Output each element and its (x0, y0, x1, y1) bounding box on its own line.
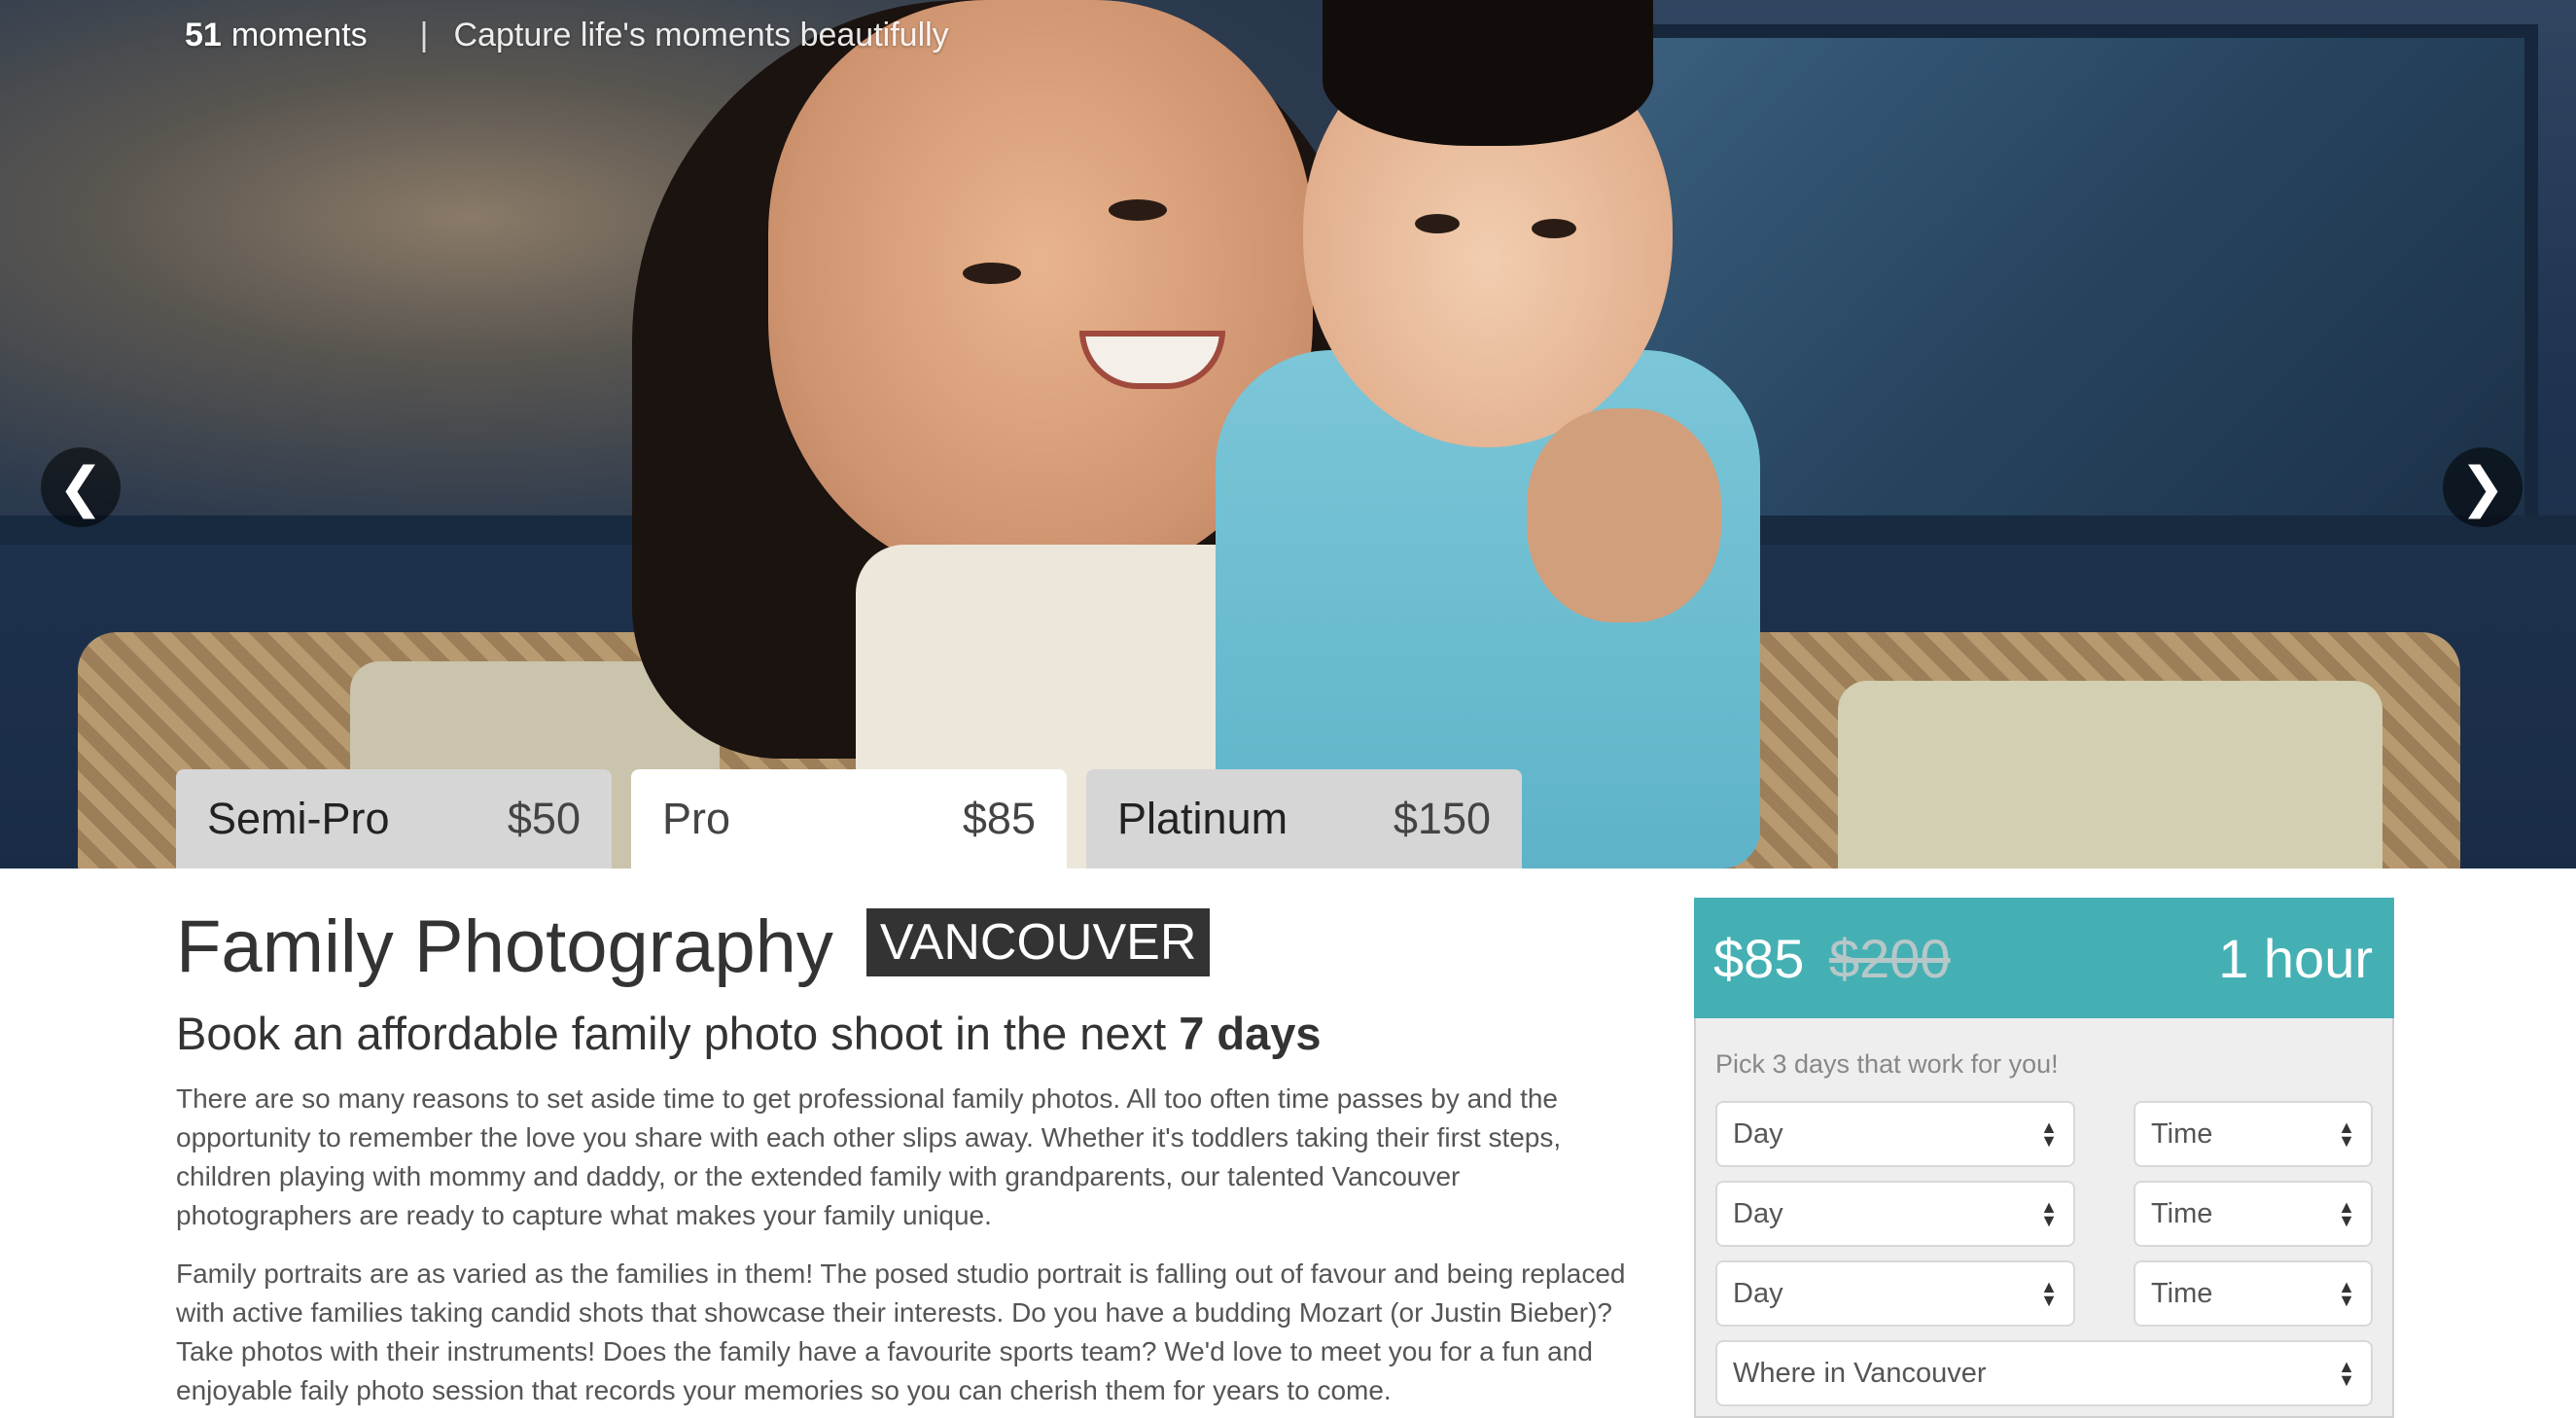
day-select-3[interactable]: Day ▲ ▼ (1715, 1260, 2075, 1327)
tab-semi-pro[interactable]: Semi-Pro $50 (176, 769, 612, 869)
tier-name: Pro (662, 794, 731, 843)
select-arrows-icon: ▲ ▼ (2338, 1277, 2355, 1310)
description-paragraph: There are so many reasons to set aside t… (176, 1083, 1562, 1230)
time-select-1[interactable]: Time ▲ ▼ (2134, 1101, 2373, 1167)
subtitle-emphasis: 7 days (1179, 1008, 1322, 1059)
site-tagline: Capture life's moments beautifully (453, 16, 949, 53)
tier-name: Semi-Pro (207, 794, 390, 843)
time-select-3[interactable]: Time ▲ ▼ (2134, 1260, 2373, 1327)
city-badge: VANCOUVER (865, 908, 1211, 976)
day-select-2[interactable]: Day ▲ ▼ (1715, 1181, 2075, 1247)
select-arrows-icon: ▲ ▼ (2040, 1117, 2058, 1151)
moments-label: moments (230, 16, 368, 53)
tab-platinum[interactable]: Platinum $150 (1086, 769, 1522, 869)
header-separator: | (419, 16, 429, 53)
carousel-prev-button[interactable]: ❮ (41, 447, 121, 527)
moments-count: 51 (185, 16, 222, 53)
pick-days-label: Pick 3 days that work for you! (1715, 1049, 2059, 1079)
chevron-left-icon: ❮ (57, 455, 104, 519)
description-paragraph: Family portraits are as varied as the fa… (176, 1258, 1626, 1405)
select-arrows-icon: ▲ ▼ (2040, 1277, 2058, 1310)
tier-price: $85 (962, 794, 1036, 843)
subtitle-text: Book an affordable family photo shoot in… (176, 1008, 1167, 1059)
package-tabs: Semi-Pro $50 Pro $85 Platinum $150 (176, 769, 1522, 869)
booking-price: $85 (1713, 927, 1805, 989)
booking-panel: $85 $200 1 hour Pick 3 days that work fo… (1694, 898, 2394, 1418)
tier-price: $50 (507, 794, 581, 843)
tab-pro[interactable]: Pro $85 (631, 769, 1067, 869)
select-arrows-icon: ▲ ▼ (2338, 1357, 2355, 1390)
select-arrows-icon: ▲ ▼ (2338, 1117, 2355, 1151)
site-header: 51 moments | Capture life's moments beau… (185, 10, 949, 60)
select-arrows-icon: ▲ ▼ (2040, 1197, 2058, 1230)
page-title: Family Photography (176, 904, 833, 988)
service-description: Family Photography VANCOUVER Book an aff… (176, 900, 1635, 1410)
booking-old-price: $200 (1829, 927, 1951, 989)
tier-price: $150 (1393, 794, 1491, 843)
hero-carousel (0, 0, 2576, 869)
chevron-right-icon: ❯ (2459, 455, 2506, 519)
select-arrows-icon: ▲ ▼ (2338, 1197, 2355, 1230)
day-select-1[interactable]: Day ▲ ▼ (1715, 1101, 2075, 1167)
page-subtitle: Book an affordable family photo shoot in… (176, 1007, 1635, 1060)
booking-header: $85 $200 1 hour (1694, 898, 2394, 1018)
booking-duration: 1 hour (2218, 927, 2373, 989)
time-select-2[interactable]: Time ▲ ▼ (2134, 1181, 2373, 1247)
location-select[interactable]: Where in Vancouver ▲ ▼ (1715, 1340, 2373, 1406)
carousel-next-button[interactable]: ❯ (2443, 447, 2523, 527)
tier-name: Platinum (1117, 794, 1288, 843)
